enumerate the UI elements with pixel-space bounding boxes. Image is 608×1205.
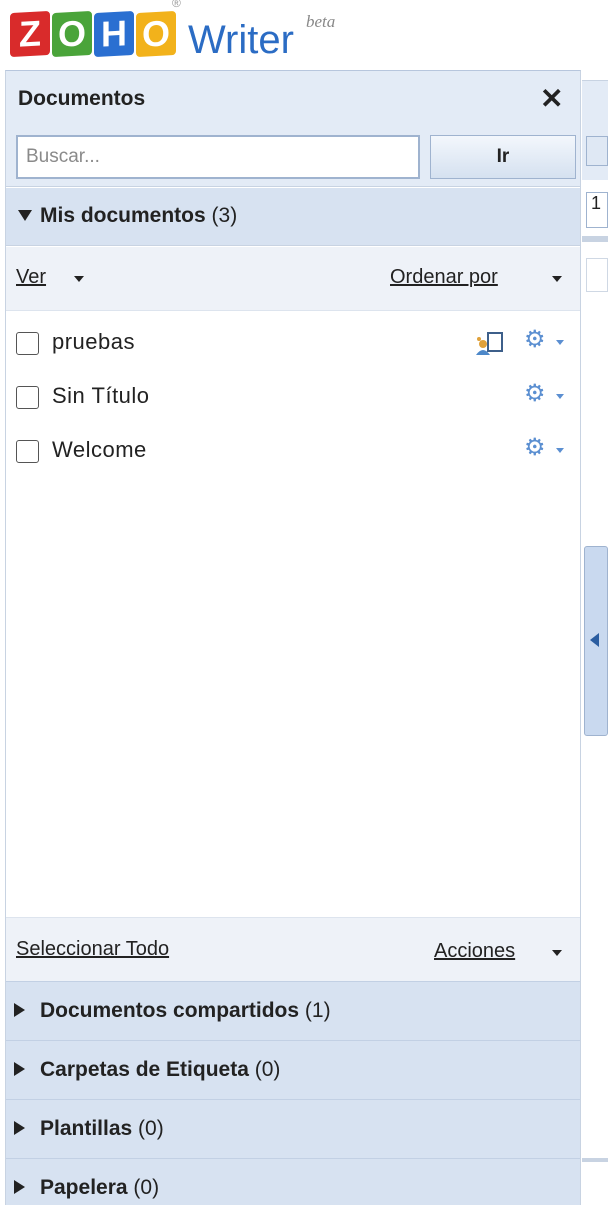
gear-caret-icon[interactable] (556, 394, 564, 399)
view-caret-icon[interactable] (74, 276, 84, 282)
logo-letter-o: O (52, 10, 92, 58)
divider (582, 1158, 608, 1162)
beta-label: beta (306, 12, 336, 31)
templates-section[interactable]: Plantillas (0) (6, 1099, 580, 1158)
section-title: Carpetas de Etiqueta (0) (40, 1058, 280, 1082)
editor-area-edge: 1 (582, 70, 608, 1205)
collapse-triangle-icon (14, 1180, 25, 1194)
documents-panel: Documentos ✕ Ir Mis documentos (3) Ver O… (5, 70, 581, 1205)
tag-folders-section[interactable]: Carpetas de Etiqueta (0) (6, 1040, 580, 1099)
my-documents-title: Mis documentos (3) (40, 204, 237, 228)
shared-documents-section[interactable]: Documentos compartidos (1) (6, 981, 580, 1040)
section-count: (0) (133, 1176, 160, 1199)
document-name[interactable]: Sin Título (52, 383, 150, 409)
editor-field[interactable]: 1 (586, 192, 608, 228)
gear-icon[interactable]: ⚙ (524, 328, 546, 352)
logo-letter-h: H (94, 10, 134, 58)
list-footer: Seleccionar Todo Acciones (6, 917, 580, 981)
expand-triangle-icon (18, 210, 32, 221)
document-list: pruebas ⚙ Sin Título ⚙ Welcome ⚙ (6, 316, 580, 478)
section-count: (0) (138, 1117, 164, 1140)
actions-menu-link[interactable]: Acciones (434, 940, 515, 963)
section-count: (1) (304, 999, 331, 1022)
close-icon[interactable]: ✕ (540, 85, 563, 113)
collapse-triangle-icon (14, 1003, 25, 1017)
panel-title: Documentos (18, 87, 146, 110)
shared-document-icon[interactable] (474, 330, 508, 356)
section-label: Carpetas de Etiqueta (40, 1058, 249, 1081)
gear-icon[interactable]: ⚙ (524, 436, 546, 460)
section-title: Plantillas (0) (40, 1117, 164, 1141)
actions-caret-icon[interactable] (552, 950, 562, 956)
document-name[interactable]: Welcome (52, 437, 147, 463)
list-toolbar: Ver Ordenar por (6, 247, 580, 311)
collapse-triangle-icon (14, 1062, 25, 1076)
collapse-panel-handle[interactable] (584, 546, 608, 736)
arrow-left-icon (590, 633, 599, 647)
section-title: Documentos compartidos (1) (40, 999, 331, 1023)
section-label: Plantillas (40, 1117, 133, 1140)
sort-caret-icon[interactable] (552, 276, 562, 282)
collapse-triangle-icon (14, 1121, 25, 1135)
my-documents-header[interactable]: Mis documentos (3) (6, 188, 580, 246)
logo-letter-o-2: O (136, 10, 176, 58)
search-input[interactable] (16, 135, 420, 179)
my-documents-count: (3) (211, 204, 238, 227)
gear-icon[interactable]: ⚙ (524, 382, 546, 406)
document-checkbox[interactable] (16, 440, 39, 463)
search-bar: Ir (6, 131, 580, 187)
zoho-logo[interactable]: Z O H O (10, 10, 178, 58)
section-label: Papelera (40, 1176, 128, 1199)
document-checkbox[interactable] (16, 332, 39, 355)
list-item: Sin Título ⚙ (6, 370, 580, 424)
list-item: Welcome ⚙ (6, 424, 580, 478)
gear-caret-icon[interactable] (556, 340, 564, 345)
registered-mark: ® (172, 0, 181, 10)
search-go-button[interactable]: Ir (430, 135, 576, 179)
app-name: Writer (188, 18, 294, 62)
view-menu-link[interactable]: Ver (16, 266, 46, 289)
section-title: Papelera (0) (40, 1176, 159, 1200)
my-documents-label: Mis documentos (40, 204, 206, 227)
editor-toolbar-button[interactable] (586, 136, 608, 166)
sort-menu-link[interactable]: Ordenar por (390, 266, 498, 289)
logo-letter-z: Z (10, 10, 50, 58)
app-header: Z O H O ® Writer beta (0, 0, 608, 70)
section-label: Documentos compartidos (40, 999, 300, 1022)
document-checkbox[interactable] (16, 386, 39, 409)
section-count: (0) (254, 1058, 281, 1081)
select-all-link[interactable]: Seleccionar Todo (16, 938, 169, 961)
gear-caret-icon[interactable] (556, 448, 564, 453)
panel-header: Documentos ✕ (6, 71, 580, 131)
trash-section[interactable]: Papelera (0) (6, 1158, 580, 1205)
document-name[interactable]: pruebas (52, 329, 135, 355)
list-item: pruebas ⚙ (6, 316, 580, 370)
divider (582, 236, 608, 242)
editor-input-edge[interactable] (586, 258, 608, 292)
